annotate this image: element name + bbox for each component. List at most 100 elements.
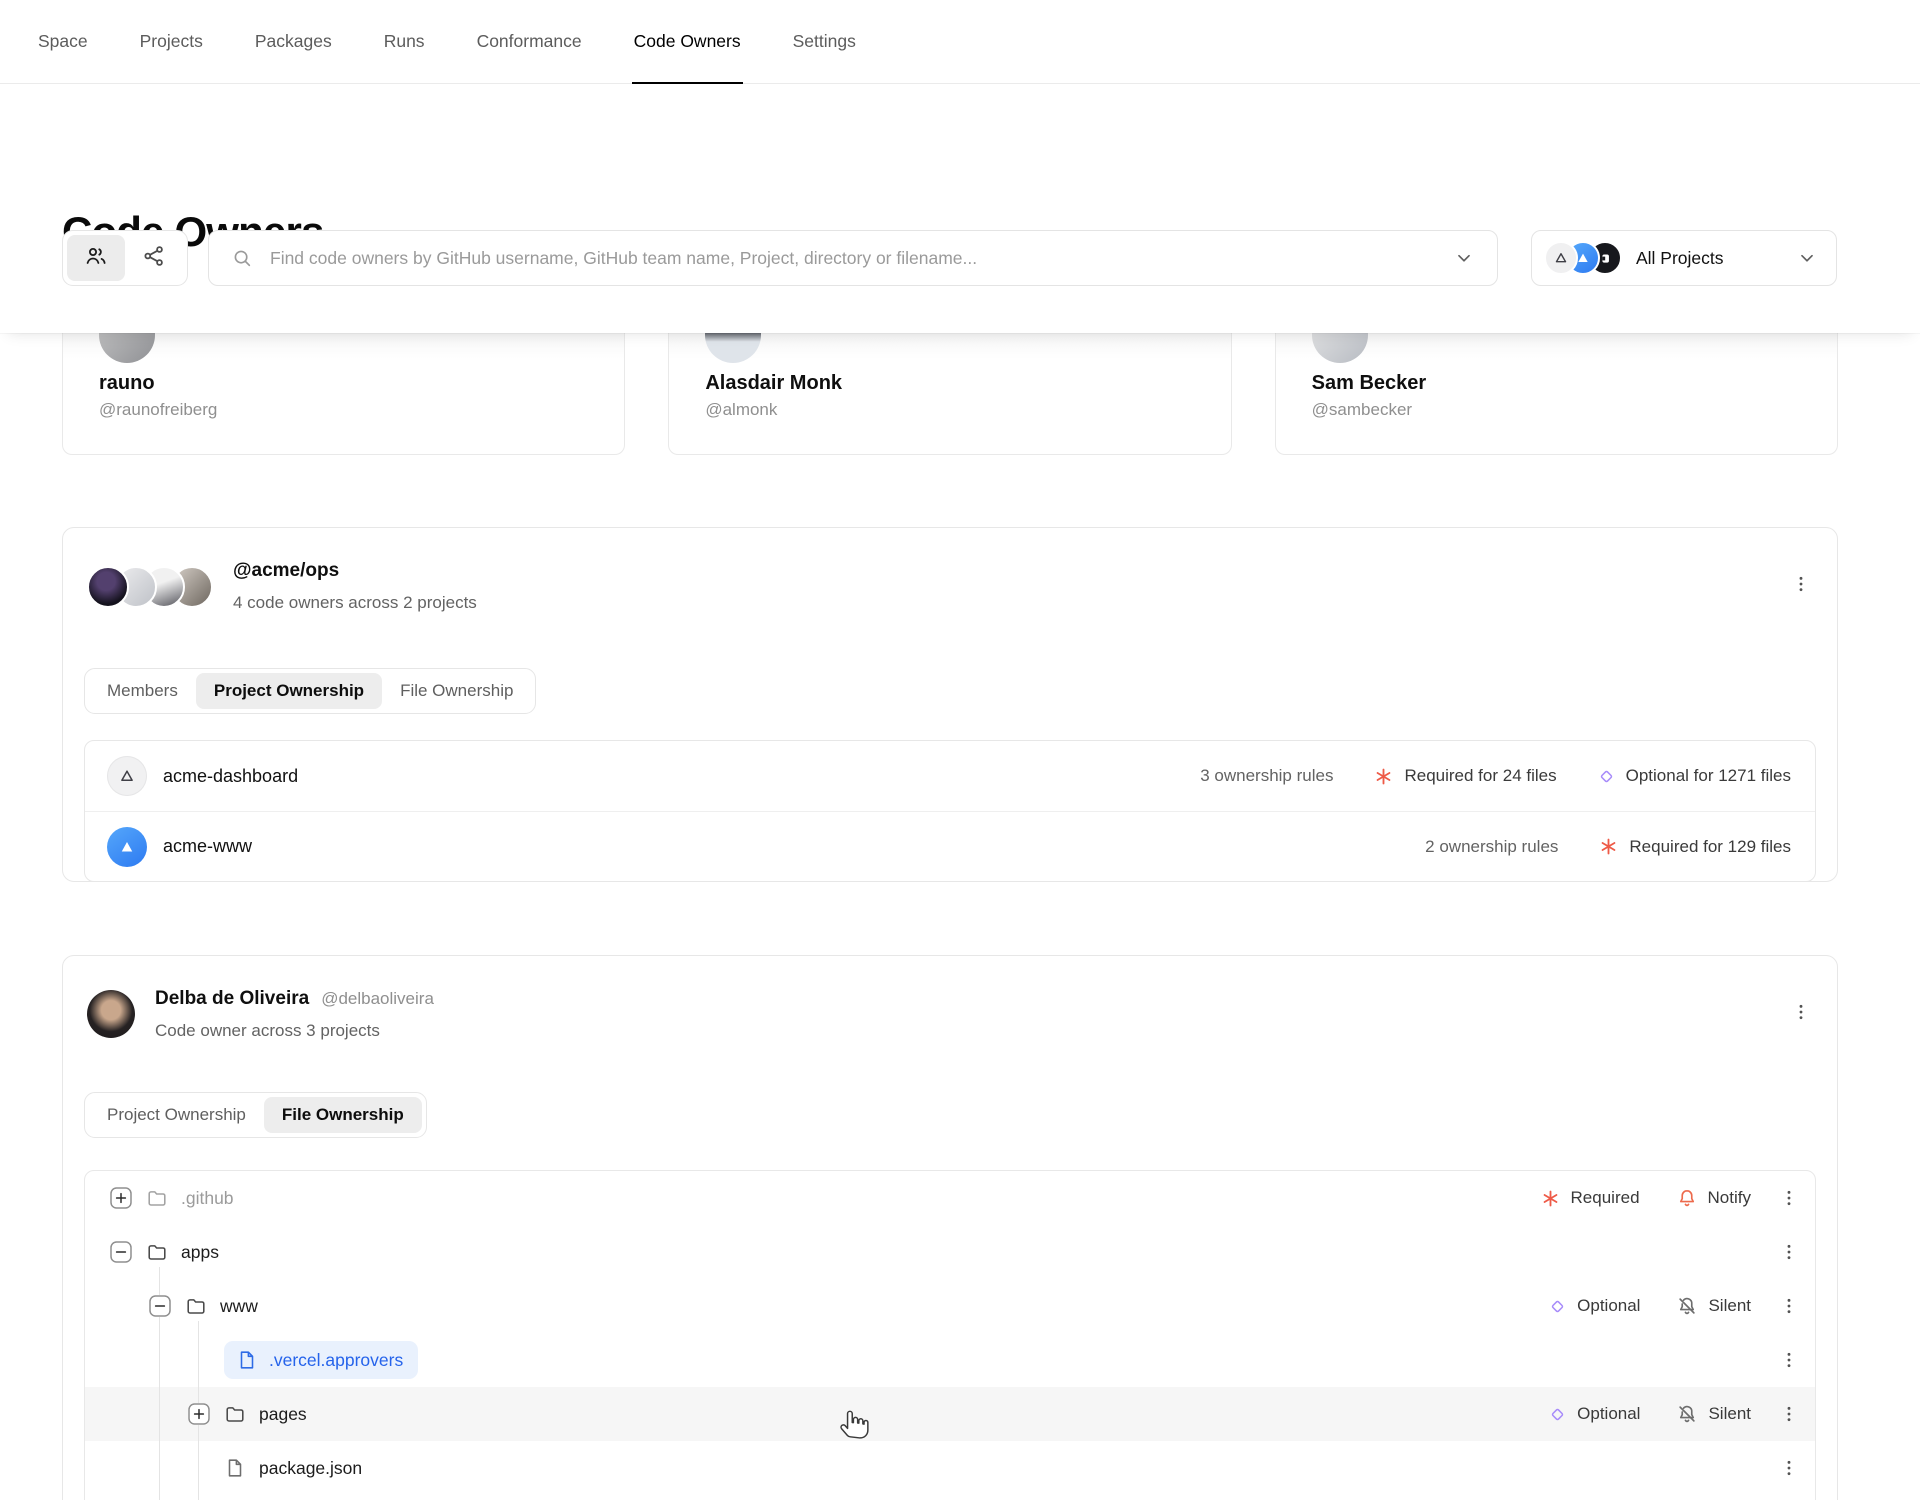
tab-project-ownership[interactable]: Project Ownership	[195, 673, 383, 709]
owner-name: Alasdair Monk	[705, 372, 843, 394]
person-subtitle: Code owner across 3 projects	[155, 1021, 380, 1040]
tree-row-package-json[interactable]: package.json	[85, 1441, 1815, 1495]
avatar	[1311, 333, 1368, 363]
owner-handle: @sambecker	[1311, 400, 1413, 419]
person-handle: @delbaoliveira	[321, 989, 434, 1008]
owner-name: Sam Becker	[1311, 372, 1427, 394]
owner-name: rauno	[99, 372, 155, 394]
kebab-menu-icon[interactable]	[1779, 1188, 1799, 1208]
chevron-down-icon[interactable]	[1453, 247, 1475, 269]
team-subtitle: 4 code owners across 2 projects	[233, 593, 477, 612]
code-owners-page: Space Projects Packages Runs Conformance…	[0, 0, 1920, 1500]
owners-view-button[interactable]	[67, 235, 125, 281]
bell-off-icon	[1679, 1297, 1696, 1315]
asterisk-icon	[1602, 838, 1616, 855]
project-ownership-table: acme-dashboard 3 ownership rules Require…	[84, 740, 1816, 882]
project-icon-triangle	[107, 756, 147, 796]
folder-icon	[146, 1241, 168, 1263]
required-badge: Required for 129 files	[1598, 836, 1791, 857]
tab-file-ownership[interactable]: File Ownership	[382, 673, 531, 709]
tree-row-github[interactable]: .github Required Notify	[85, 1171, 1815, 1225]
diamond-icon	[1551, 1300, 1564, 1312]
selected-file-pill[interactable]: .vercel.approvers	[224, 1341, 419, 1379]
owner-handle: @almonk	[705, 400, 778, 419]
people-icon	[84, 244, 108, 273]
asterisk-icon	[1543, 1190, 1557, 1206]
team-title: @acme/ops	[233, 560, 340, 581]
team-tabs: Members Project Ownership File Ownership	[84, 668, 537, 714]
nav-item-space[interactable]: Space	[38, 0, 88, 83]
search-input[interactable]	[268, 246, 1438, 270]
bell-off-icon	[1679, 1405, 1696, 1423]
ownership-rules-count: 3 ownership rules	[1200, 766, 1334, 785]
team-avatar-stack	[87, 566, 213, 608]
tree-label: .vercel.approvers	[269, 1349, 404, 1370]
file-icon	[224, 1457, 246, 1479]
silent-badge: Silent	[1676, 1403, 1751, 1425]
nav-item-conformance[interactable]: Conformance	[477, 0, 582, 83]
project-row-acme-dashboard[interactable]: acme-dashboard 3 ownership rules Require…	[85, 741, 1815, 811]
tab-project-ownership[interactable]: Project Ownership	[89, 1097, 264, 1133]
person-name: Delba de Oliveira	[155, 988, 310, 1009]
collapse-minus-icon[interactable]	[110, 1241, 132, 1263]
tree-label: .github	[181, 1187, 234, 1208]
project-name: acme-www	[163, 836, 253, 856]
tree-row-www[interactable]: www Optional Silent	[85, 1279, 1815, 1333]
owner-card-sam[interactable]: Sam Becker @sambecker	[1274, 333, 1838, 455]
project-filter-label: All Projects	[1636, 247, 1724, 268]
tree-label: pages	[259, 1403, 307, 1424]
avatar	[705, 333, 762, 363]
kebab-menu-icon[interactable]	[1779, 1458, 1799, 1478]
avatar	[87, 990, 135, 1038]
folder-icon	[146, 1187, 168, 1209]
expand-plus-icon[interactable]	[188, 1403, 210, 1425]
chevron-down-icon	[1801, 254, 1813, 262]
kebab-menu-icon[interactable]	[1791, 574, 1813, 596]
folder-icon	[185, 1295, 207, 1317]
kebab-menu-icon[interactable]	[1791, 1002, 1813, 1024]
tree-row-pages[interactable]: pages Optional Silent	[85, 1387, 1815, 1441]
project-row-acme-www[interactable]: acme-www 2 ownership rules Required for …	[85, 811, 1815, 881]
owner-card-rauno[interactable]: rauno @raunofreiberg	[62, 333, 626, 455]
nav-item-settings[interactable]: Settings	[793, 0, 856, 83]
tab-members[interactable]: Members	[89, 673, 196, 709]
tree-row-vercel-approvers[interactable]: .vercel.approvers	[85, 1333, 1815, 1387]
person-card: Delba de Oliveira @delbaoliveira Code ow…	[62, 955, 1838, 1500]
nav-item-projects[interactable]: Projects	[140, 0, 203, 83]
project-filter-select[interactable]: All Projects	[1531, 230, 1837, 286]
nav-item-packages[interactable]: Packages	[255, 0, 332, 83]
share-icon	[142, 244, 166, 273]
kebab-menu-icon[interactable]	[1779, 1404, 1799, 1424]
notify-badge: Notify	[1676, 1187, 1751, 1209]
avatar	[99, 333, 155, 363]
person-tabs: Project Ownership File Ownership	[84, 1092, 427, 1138]
required-badge: Required for 24 files	[1373, 766, 1557, 787]
tree-label: package.json	[259, 1457, 363, 1478]
view-toggle	[62, 230, 188, 286]
project-avatar-gray-triangle-icon	[1544, 241, 1578, 275]
search-icon	[234, 250, 251, 267]
collapse-minus-icon[interactable]	[149, 1295, 171, 1317]
bell-icon	[1679, 1190, 1694, 1207]
team-card: @acme/ops 4 code owners across 2 project…	[62, 527, 1838, 882]
nav-item-runs[interactable]: Runs	[384, 0, 425, 83]
person-card-header: Delba de Oliveira @delbaoliveira Code ow…	[87, 986, 1813, 1044]
kebab-menu-icon[interactable]	[1779, 1242, 1799, 1262]
expand-plus-icon[interactable]	[110, 1187, 132, 1209]
ownership-rules-count: 2 ownership rules	[1425, 836, 1559, 856]
project-icon-triangle	[107, 826, 147, 867]
folder-icon	[224, 1403, 246, 1425]
kebab-menu-icon[interactable]	[1779, 1350, 1799, 1370]
owner-cards-row: rauno @raunofreiberg Alasdair Monk @almo…	[62, 333, 1838, 455]
graph-view-button[interactable]	[125, 235, 183, 281]
file-ownership-tree: .github Required Notify apps www Optiona…	[84, 1170, 1816, 1500]
diamond-icon	[1600, 770, 1612, 782]
owner-handle: @raunofreiberg	[99, 400, 218, 419]
team-card-header: @acme/ops 4 code owners across 2 project…	[87, 558, 1813, 616]
tab-file-ownership[interactable]: File Ownership	[263, 1097, 422, 1133]
owner-card-alasdair[interactable]: Alasdair Monk @almonk	[668, 333, 1232, 455]
tree-row-apps[interactable]: apps	[85, 1225, 1815, 1279]
kebab-menu-icon[interactable]	[1779, 1296, 1799, 1316]
avatar	[87, 566, 129, 608]
nav-item-code-owners[interactable]: Code Owners	[631, 0, 743, 84]
